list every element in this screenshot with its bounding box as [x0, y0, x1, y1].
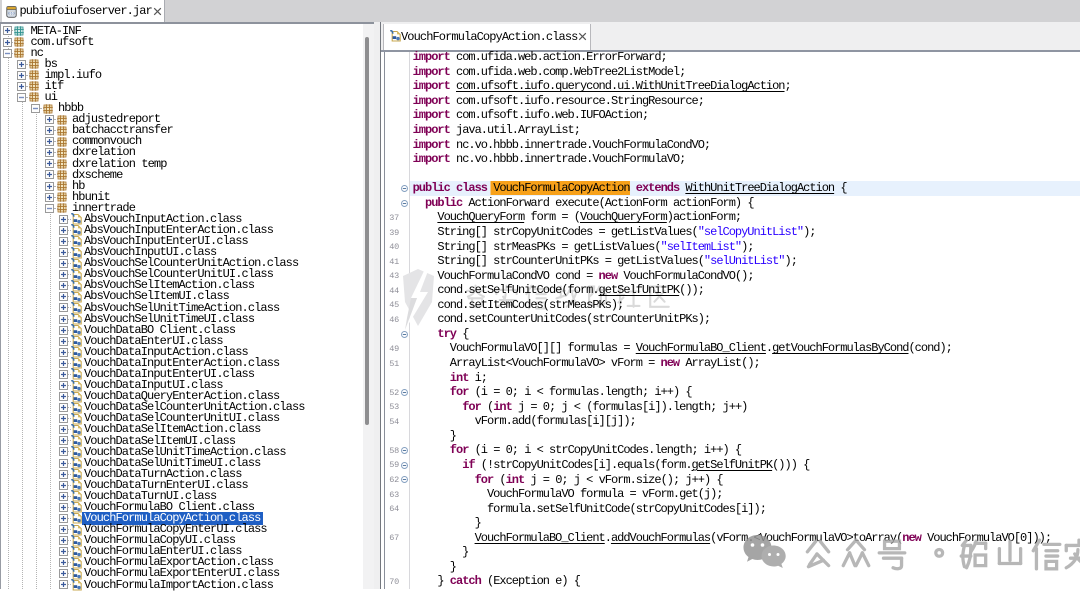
svg-text:010: 010: [8, 13, 14, 17]
